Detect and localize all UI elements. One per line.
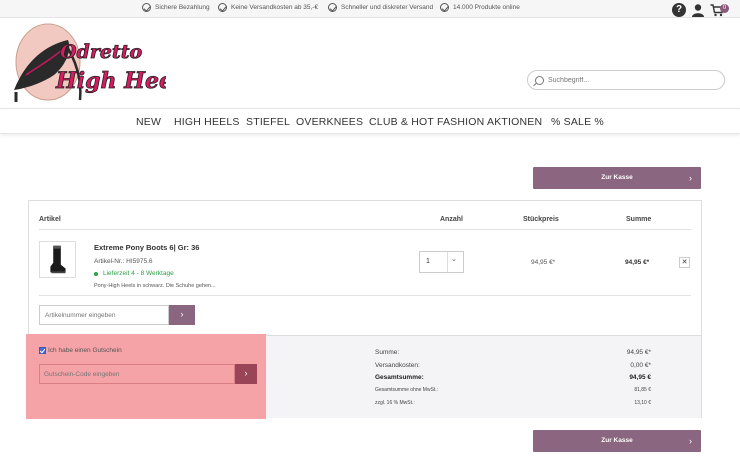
help-icon[interactable]: ? (672, 3, 686, 17)
chevron-right-icon: › (689, 173, 692, 183)
logo-text: Odretto (60, 41, 142, 63)
chevron-right-icon: › (689, 436, 692, 446)
voucher-checkbox-label[interactable]: Ich habe einen Gutschein (48, 347, 122, 354)
nav-item-sale[interactable]: % SALE % (551, 116, 604, 128)
usp-item: Sichere Bezahlung (142, 3, 210, 12)
line-total: 94,95 €* (625, 259, 650, 266)
usp-item: 14.000 Produkte online (440, 3, 520, 12)
logo-text: High Heels (55, 68, 166, 94)
cart-count-badge: 0 (720, 4, 729, 13)
in-stock-dot-icon (94, 271, 98, 276)
nav-item-stiefel[interactable]: STIEFEL (246, 116, 290, 128)
quantity-select[interactable]: 1 ⌄ (419, 251, 464, 273)
column-header-unit-price: Stückpreis (523, 216, 559, 223)
voucher-field[interactable] (39, 364, 235, 384)
voucher-code-input[interactable] (44, 368, 229, 381)
chevron-down-icon: ⌄ (451, 256, 457, 263)
summary-vat-label: zzgl. 16 % MwSt.: (375, 400, 415, 406)
summary-net-label: Gesamtsumme ohne MwSt.: (375, 387, 439, 393)
remove-item-button[interactable]: ✕ (679, 257, 690, 268)
nav-item-aktionen[interactable]: AKTIONEN (487, 116, 542, 128)
article-number-input[interactable] (45, 309, 165, 322)
check-circle-icon (440, 3, 449, 12)
article-number-field[interactable] (39, 305, 169, 325)
logo[interactable]: Odretto High Heels (6, 20, 166, 105)
top-bar: Sichere Bezahlung Keine Versandkosten ab… (0, 0, 740, 18)
chevron-right-icon: › (180, 309, 184, 319)
check-circle-icon (142, 3, 151, 12)
product-number: Artikel-Nr.: HI5975.6 (94, 258, 153, 265)
nav-item-overknees[interactable]: OVERKNEES (296, 116, 363, 128)
chevron-right-icon: › (244, 368, 248, 378)
unit-price: 94,95 €* (531, 259, 556, 266)
add-article-button[interactable]: › (169, 305, 195, 325)
summary-shipping-value: 0,00 €* (630, 362, 651, 369)
check-circle-icon (328, 3, 337, 12)
product-image[interactable] (39, 241, 76, 278)
summary-shipping-label: Versandkosten: (375, 362, 420, 369)
usp-item: Schneller und diskreter Versand (328, 3, 433, 12)
column-header-quantity: Anzahl (440, 216, 463, 223)
voucher-panel: Ich habe einen Gutschein › (26, 334, 266, 419)
checkout-button-bottom[interactable]: Zur Kasse › (533, 430, 701, 452)
nav-item-club-hot-fashion[interactable]: CLUB & HOT FASHION (369, 116, 484, 128)
product-name[interactable]: Extreme Pony Boots 6| Gr: 36 (94, 243, 199, 252)
summary-total-value: 94,95 € (629, 374, 651, 381)
search-icon[interactable] (535, 76, 544, 85)
delivery-status: Lieferzeit 4 - 8 Werktage (94, 270, 174, 277)
voucher-checkbox[interactable] (39, 347, 46, 354)
nav-item-new[interactable]: NEW (136, 116, 161, 128)
main-nav: NEW HIGH HEELS STIEFEL OVERKNEES CLUB & … (0, 108, 740, 134)
account-icon[interactable] (691, 3, 705, 17)
search-input[interactable] (548, 74, 718, 87)
summary-sum-label: Summe: (375, 349, 400, 356)
nav-item-high-heels[interactable]: HIGH HEELS (174, 116, 240, 128)
usp-item: Keine Versandkosten ab 35,-€ (218, 3, 318, 12)
summary-net-value: 81,85 € (634, 387, 651, 393)
search-box[interactable] (527, 70, 725, 90)
check-circle-icon (218, 3, 227, 12)
column-header-article: Artikel (39, 216, 61, 223)
divider (39, 229, 691, 230)
summary-sum-value: 94,95 €* (626, 349, 651, 356)
summary-total-label: Gesamtsumme: (375, 374, 424, 381)
summary-vat-value: 13,10 € (634, 400, 651, 406)
redeem-voucher-button[interactable]: › (235, 364, 257, 384)
product-description: Pony-High Heels in schwarz. Die Schuhe g… (94, 283, 216, 289)
divider (39, 295, 691, 296)
checkout-button[interactable]: Zur Kasse › (533, 167, 701, 189)
column-header-total: Summe (626, 216, 652, 223)
